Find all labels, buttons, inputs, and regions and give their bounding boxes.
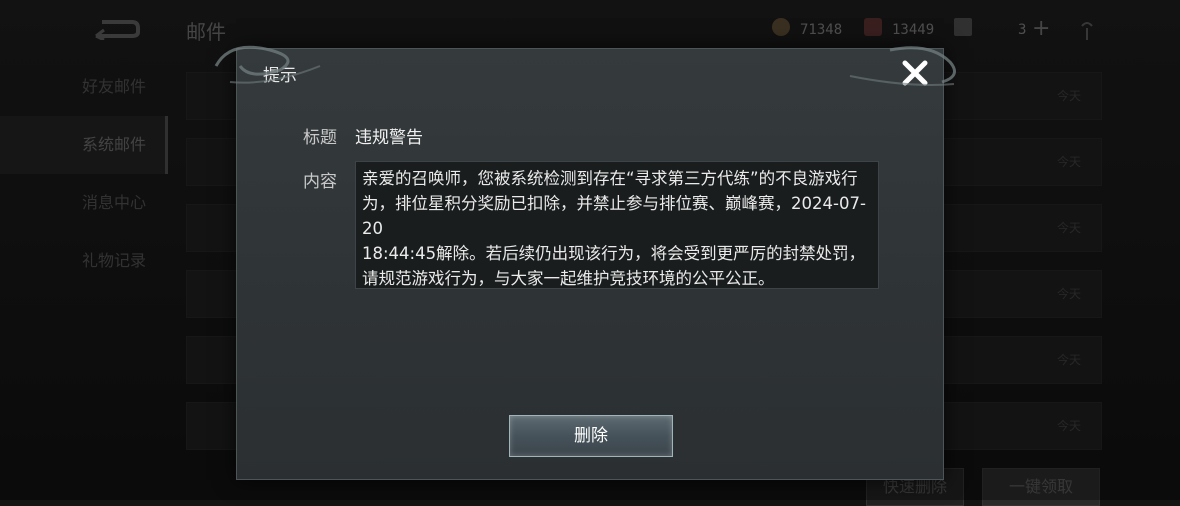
content-scroll-area[interactable]: 亲爱的召唤师，您被系统检测到存在“寻求第三方代练”的不良游戏行为，排位星积分奖励… — [355, 161, 879, 289]
delete-button[interactable]: 删除 — [509, 415, 673, 457]
dialog-title: 提示 — [263, 66, 297, 86]
content-text: 亲爱的召唤师，您被系统检测到存在“寻求第三方代练”的不良游戏行为，排位星积分奖励… — [362, 169, 866, 288]
subject-label: 标题 — [303, 128, 337, 148]
subject-value: 违规警告 — [355, 128, 423, 148]
notice-dialog: 提示 标题 违规警告 内容 亲爱的召唤师，您被系统检测到存在“寻求第三方代练”的… — [236, 48, 944, 480]
close-icon — [902, 60, 928, 86]
close-button[interactable] — [897, 55, 933, 91]
content-label: 内容 — [303, 172, 337, 192]
